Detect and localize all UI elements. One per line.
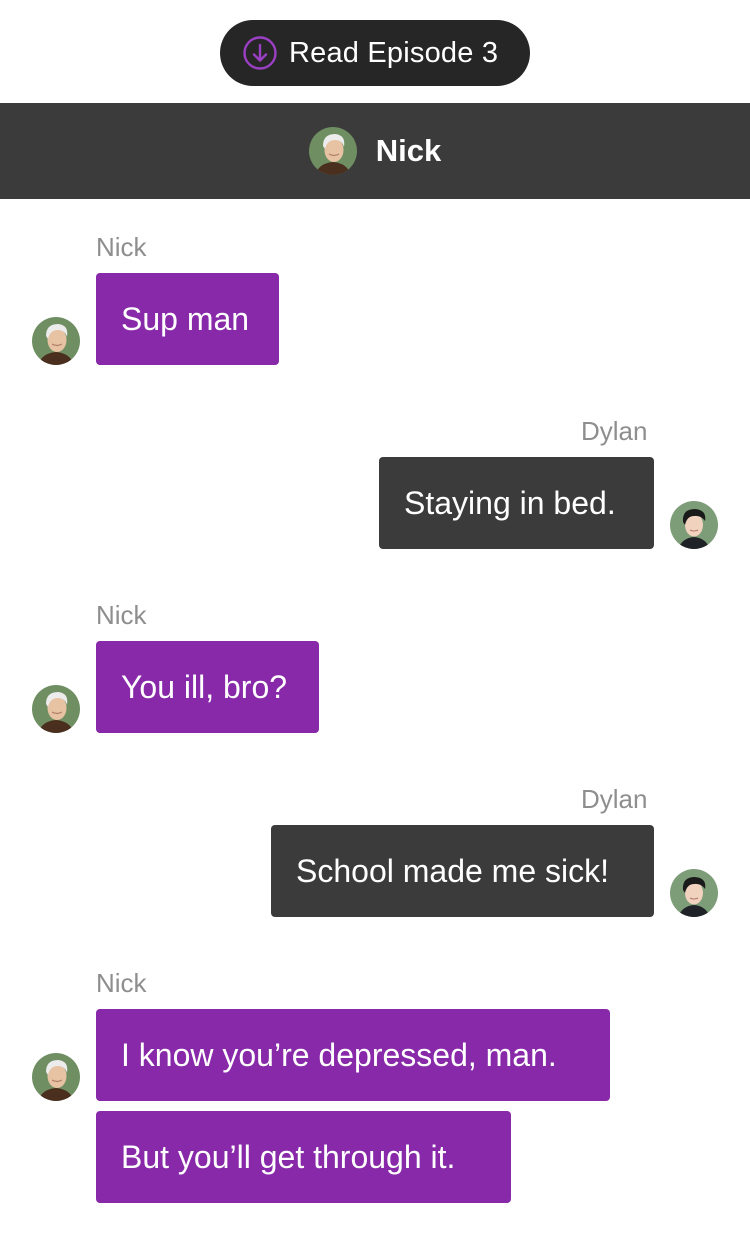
chat-header: Nick: [0, 103, 750, 199]
chat-title: Nick: [375, 133, 442, 168]
sender-label: Nick: [96, 232, 147, 262]
download-circle-icon: [242, 35, 278, 71]
message-bubble: But you’ll get through it.: [96, 1111, 511, 1203]
dylan-avatar: [670, 869, 718, 917]
message-bubble: You ill, bro?: [96, 641, 319, 733]
sender-label: Nick: [96, 968, 147, 998]
message-bubble: Sup man: [96, 273, 279, 365]
dylan-avatar: [670, 501, 718, 549]
sender-label: Dylan: [581, 784, 648, 814]
message-bubble: I know you’re depressed, man.: [96, 1009, 610, 1101]
read-episode-button[interactable]: Read Episode 3: [220, 20, 530, 86]
message-bubble: Staying in bed.: [379, 457, 654, 549]
chat-screen: Read Episode 3 Nick Nick Sup man Dylan S…: [0, 0, 750, 1246]
nick-avatar: [32, 1053, 80, 1101]
sender-label: Dylan: [581, 416, 648, 446]
read-episode-label: Read Episode 3: [289, 36, 499, 69]
message-bubble: School made me sick!: [271, 825, 654, 917]
nick-avatar: [32, 685, 80, 733]
nick-avatar: [32, 317, 80, 365]
nick-avatar: [309, 127, 357, 175]
sender-label: Nick: [96, 600, 147, 630]
